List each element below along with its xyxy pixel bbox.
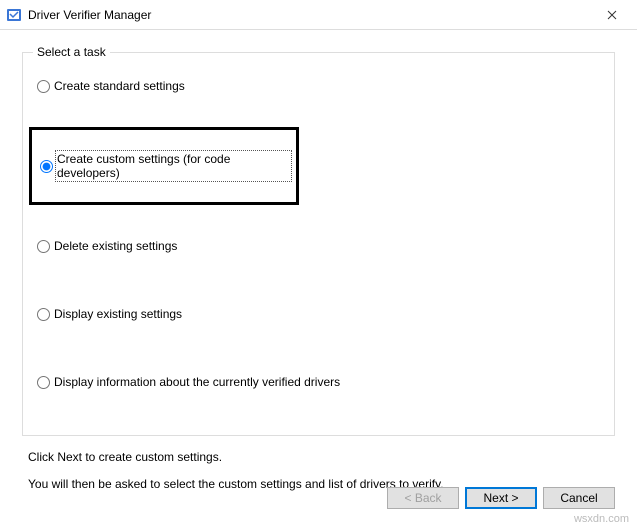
window-title: Driver Verifier Manager [28, 8, 589, 22]
next-button[interactable]: Next > [465, 487, 537, 509]
option-create-custom[interactable]: Create custom settings (for code develop… [38, 152, 290, 180]
option-create-standard[interactable]: Create standard settings [35, 79, 602, 93]
close-button[interactable] [589, 0, 635, 30]
radio-display-existing[interactable] [37, 308, 50, 321]
radio-label: Display existing settings [54, 307, 182, 321]
radio-label: Display information about the currently … [54, 375, 340, 389]
back-button[interactable]: < Back [387, 487, 459, 509]
highlight-box: Create custom settings (for code develop… [29, 127, 299, 205]
groupbox-legend: Select a task [33, 45, 110, 59]
option-delete-existing[interactable]: Delete existing settings [35, 239, 602, 253]
radio-create-custom[interactable] [40, 160, 53, 173]
radio-label: Create custom settings (for code develop… [57, 152, 290, 180]
option-display-info[interactable]: Display information about the currently … [35, 375, 602, 389]
content-area: Select a task Create standard settings C… [0, 30, 637, 496]
titlebar: Driver Verifier Manager [0, 0, 637, 30]
radio-label: Delete existing settings [54, 239, 177, 253]
radio-display-info[interactable] [37, 376, 50, 389]
instruction-line: Click Next to create custom settings. [28, 446, 609, 469]
task-groupbox: Select a task Create standard settings C… [22, 52, 615, 436]
radio-delete-existing[interactable] [37, 240, 50, 253]
button-bar: < Back Next > Cancel [387, 487, 615, 509]
option-display-existing[interactable]: Display existing settings [35, 307, 602, 321]
radio-label: Create standard settings [54, 79, 185, 93]
close-icon [607, 7, 617, 23]
watermark: wsxdn.com [574, 513, 629, 525]
app-icon [6, 7, 22, 23]
radio-create-standard[interactable] [37, 80, 50, 93]
cancel-button[interactable]: Cancel [543, 487, 615, 509]
